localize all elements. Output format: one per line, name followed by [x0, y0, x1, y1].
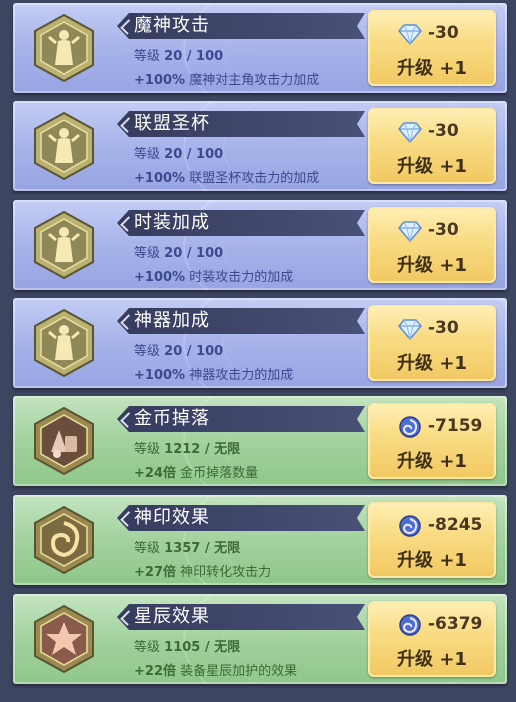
upgrade-label: 升级 +1 — [397, 649, 467, 670]
bonus-line: +100% 时装攻击力的加成 — [134, 266, 293, 285]
upgrade-card: 时装加成等级 20 / 100 +100% 时装攻击力的加成 -30 升级 +1 — [13, 200, 507, 290]
bonus-line: +100% 魔神对主角攻击力加成 — [134, 69, 319, 88]
goddess-emblem — [29, 13, 99, 83]
level-label: 等级 — [134, 49, 161, 64]
upgrade-card: 联盟圣杯等级 20 / 100 +100% 联盟圣杯攻击力的加成 -30 升级 +1 — [13, 101, 507, 191]
bonus-text: 神器攻击力的加成 — [189, 368, 294, 383]
upgrade-card: 星辰效果等级 1105 / 无限 +22倍 装备星辰加护的效果 -6379 升级 +1 — [13, 594, 507, 684]
loot-emblem — [29, 406, 99, 476]
upgrade-button[interactable]: -30 升级 +1 — [368, 305, 496, 381]
upgrade-label: 升级 +1 — [397, 550, 467, 571]
diamond-icon — [398, 23, 422, 46]
upgrade-title: 神印效果 — [134, 507, 210, 528]
cost: -8245 — [368, 514, 496, 538]
upgrade-button[interactable]: -8245 升级 +1 — [368, 502, 496, 578]
cost: -30 — [368, 317, 496, 341]
level-label: 等级 — [134, 442, 161, 457]
upgrade-title: 时装加成 — [134, 212, 210, 233]
level-line: 等级 20 / 100 — [134, 45, 223, 64]
upgrade-title: 联盟圣杯 — [134, 113, 210, 134]
seal-emblem — [29, 505, 99, 575]
cost: -7159 — [368, 415, 496, 439]
swirl-orb-icon — [398, 515, 422, 537]
swirl-orb-icon — [398, 416, 422, 438]
cost: -30 — [368, 22, 496, 46]
upgrade-card: 魔神攻击等级 20 / 100 +100% 魔神对主角攻击力加成 -30 升级 +1 — [13, 3, 507, 93]
upgrade-button[interactable]: -6379 升级 +1 — [368, 601, 496, 677]
cost-value: -6379 — [428, 614, 483, 634]
upgrade-card: 神器加成等级 20 / 100 +100% 神器攻击力的加成 -30 升级 +1 — [13, 298, 507, 388]
upgrade-button[interactable]: -30 升级 +1 — [368, 207, 496, 283]
diamond-icon — [398, 220, 422, 243]
cost: -30 — [368, 120, 496, 144]
upgrade-list: 魔神攻击 等级 20 / 100 +100% 魔神对主角攻击力加成 -30 升级 +1 联… — [0, 0, 516, 702]
level-label: 等级 — [134, 246, 161, 261]
bonus-text: 时装攻击力的加成 — [189, 270, 294, 285]
bonus-line: +22倍 装备星辰加护的效果 — [134, 660, 297, 679]
level-label: 等级 — [134, 147, 161, 162]
upgrade-card: 神印效果等级 1357 / 无限 +27倍 神印转化攻击力 -8245 升级 +1 — [13, 495, 507, 585]
level-value: 20 / 100 — [164, 147, 224, 162]
upgrade-button[interactable]: -30 升级 +1 — [368, 108, 496, 184]
level-line: 等级 1105 / 无限 — [134, 636, 240, 655]
cost-value: -7159 — [428, 416, 483, 436]
level-line: 等级 20 / 100 — [134, 143, 223, 162]
cost-value: -8245 — [428, 515, 483, 535]
upgrade-card: 金币掉落等级 1212 / 无限 +24倍 金币掉落数量 -7159 升级 +1 — [13, 396, 507, 486]
level-line: 等级 20 / 100 — [134, 242, 223, 261]
swirl-orb-icon — [398, 614, 422, 636]
level-value: 20 / 100 — [164, 246, 224, 261]
goddess-emblem — [29, 111, 99, 181]
level-label: 等级 — [134, 541, 161, 556]
cost-value: -30 — [428, 220, 459, 240]
diamond-icon — [398, 318, 422, 341]
bonus-text: 神印转化攻击力 — [180, 565, 272, 580]
cost-value: -30 — [428, 121, 459, 141]
upgrade-button[interactable]: -30 升级 +1 — [368, 10, 496, 86]
bonus-line: +24倍 金币掉落数量 — [134, 462, 258, 481]
bonus-value: +24倍 — [134, 466, 176, 481]
upgrade-button[interactable]: -7159 升级 +1 — [368, 403, 496, 479]
bonus-value: +27倍 — [134, 565, 176, 580]
level-label: 等级 — [134, 640, 161, 655]
bonus-line: +100% 联盟圣杯攻击力的加成 — [134, 167, 319, 186]
cost-value: -30 — [428, 318, 459, 338]
bonus-value: +100% — [134, 73, 186, 88]
bonus-value: +22倍 — [134, 664, 176, 679]
bonus-line: +27倍 神印转化攻击力 — [134, 561, 271, 580]
upgrade-label: 升级 +1 — [397, 451, 467, 472]
level-line: 等级 1212 / 无限 — [134, 438, 240, 457]
level-value: 1105 / 无限 — [164, 640, 241, 655]
level-value: 20 / 100 — [164, 344, 224, 359]
upgrade-title: 星辰效果 — [134, 606, 210, 627]
upgrade-title: 魔神攻击 — [134, 15, 210, 36]
bonus-text: 联盟圣杯攻击力的加成 — [189, 171, 320, 186]
level-value: 20 / 100 — [164, 49, 224, 64]
level-line: 等级 1357 / 无限 — [134, 537, 240, 556]
upgrade-title: 金币掉落 — [134, 408, 210, 429]
upgrade-label: 升级 +1 — [397, 58, 467, 79]
upgrade-label: 升级 +1 — [397, 156, 467, 177]
cost: -30 — [368, 219, 496, 243]
goddess-emblem — [29, 308, 99, 378]
goddess-emblem — [29, 210, 99, 280]
bonus-text: 装备星辰加护的效果 — [180, 664, 298, 679]
bonus-value: +100% — [134, 270, 186, 285]
level-value: 1357 / 无限 — [164, 541, 241, 556]
star-emblem — [29, 604, 99, 674]
bonus-text: 金币掉落数量 — [180, 466, 259, 481]
upgrade-label: 升级 +1 — [397, 255, 467, 276]
level-label: 等级 — [134, 344, 161, 359]
bonus-line: +100% 神器攻击力的加成 — [134, 364, 293, 383]
cost: -6379 — [368, 613, 496, 637]
cost-value: -30 — [428, 23, 459, 43]
level-value: 1212 / 无限 — [164, 442, 241, 457]
bonus-value: +100% — [134, 171, 186, 186]
bonus-text: 魔神对主角攻击力加成 — [189, 73, 320, 88]
upgrade-label: 升级 +1 — [397, 353, 467, 374]
diamond-icon — [398, 121, 422, 144]
bonus-value: +100% — [134, 368, 186, 383]
upgrade-title: 神器加成 — [134, 310, 210, 331]
level-line: 等级 20 / 100 — [134, 340, 223, 359]
